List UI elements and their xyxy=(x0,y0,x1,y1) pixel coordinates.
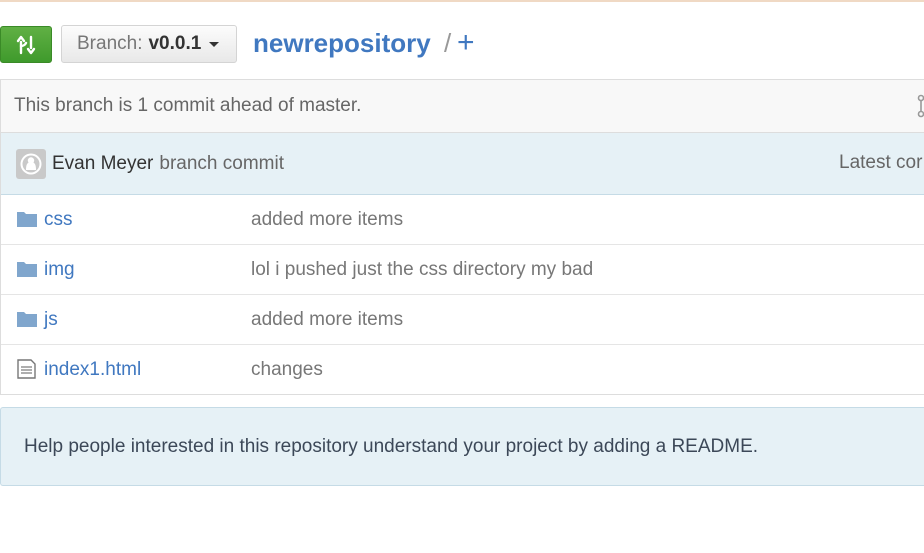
folder-icon xyxy=(17,312,37,327)
table-row: index1.html changes xyxy=(1,345,924,394)
breadcrumb-separator: / xyxy=(444,28,452,58)
commit-message-link[interactable]: branch commit xyxy=(159,153,284,175)
readme-prompt-text: Help people interested in this repositor… xyxy=(24,435,759,457)
compare-icon xyxy=(16,35,36,54)
file-commit-message[interactable]: added more items xyxy=(251,309,403,331)
table-row: js added more items xyxy=(1,295,924,345)
latest-commit-bar: Evan Meyer branch commit Latest cor xyxy=(1,133,924,195)
repo-name-link[interactable]: newrepository xyxy=(253,26,431,60)
compare-button[interactable] xyxy=(0,26,52,63)
file-name-link[interactable]: js xyxy=(44,309,58,331)
branch-select-button[interactable]: Branch: v0.0.1 xyxy=(61,25,237,63)
commit-author-link[interactable]: Evan Meyer xyxy=(52,153,153,175)
table-row: img lol i pushed just the css directory … xyxy=(1,245,924,295)
file-navigation: Branch: v0.0.1 newrepository / + xyxy=(0,24,924,64)
chevron-down-icon xyxy=(209,41,220,47)
latest-commit-label: Latest cor xyxy=(839,152,923,173)
file-table: css added more items img lol i pushed ju… xyxy=(1,195,924,394)
file-name-link[interactable]: index1.html xyxy=(44,359,141,381)
file-list-container: This branch is 1 commit ahead of master.… xyxy=(0,79,924,395)
avatar[interactable] xyxy=(16,148,46,179)
table-row: css added more items xyxy=(1,195,924,245)
file-text-icon xyxy=(17,359,36,379)
readme-prompt[interactable]: Help people interested in this repositor… xyxy=(0,407,924,486)
branch-status-text: This branch is 1 commit ahead of master. xyxy=(14,95,362,116)
branch-label: Branch: xyxy=(77,33,143,54)
pull-request-icon[interactable] xyxy=(916,94,924,118)
file-commit-message[interactable]: lol i pushed just the css directory my b… xyxy=(251,259,593,281)
file-name-link[interactable]: css xyxy=(44,209,73,231)
folder-icon xyxy=(17,212,37,227)
file-commit-message[interactable]: added more items xyxy=(251,209,403,231)
branch-value: v0.0.1 xyxy=(148,33,202,54)
file-commit-message[interactable]: changes xyxy=(251,359,323,381)
octocat-icon xyxy=(20,153,42,174)
top-accent-line xyxy=(0,0,924,2)
new-file-button[interactable]: + xyxy=(457,26,475,60)
branch-status-bar: This branch is 1 commit ahead of master. xyxy=(1,80,924,133)
folder-icon xyxy=(17,262,37,277)
file-name-link[interactable]: img xyxy=(44,259,75,281)
